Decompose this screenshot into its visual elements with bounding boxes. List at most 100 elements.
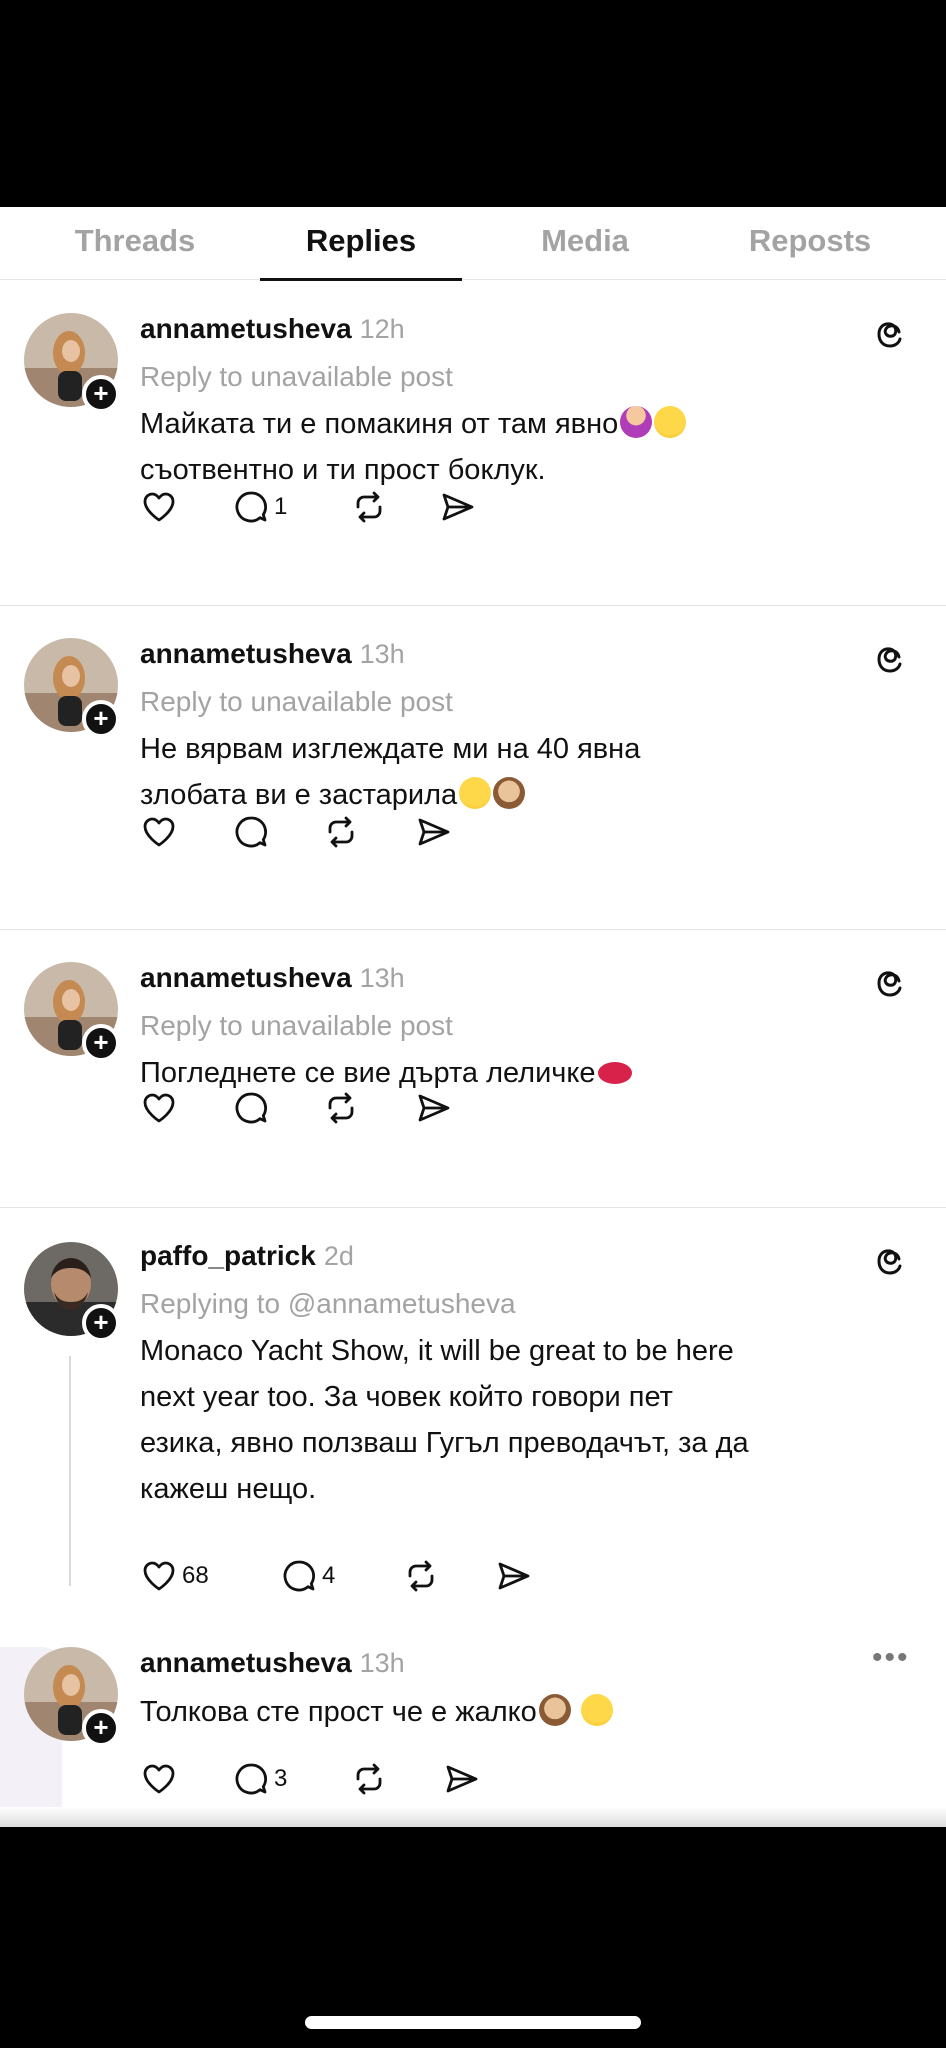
repost-button[interactable] bbox=[350, 1759, 388, 1799]
repost-icon bbox=[356, 491, 382, 523]
reply-post[interactable]: + annametusheva 13h Reply to unavailable … bbox=[0, 606, 946, 856]
follow-plus-icon[interactable]: + bbox=[82, 700, 120, 738]
like-button[interactable] bbox=[140, 812, 178, 852]
post-text-line: езика, явно ползваш Гугъл преводачът, за… bbox=[140, 1427, 749, 1459]
reply-post[interactable]: + annametusheva 12h Reply to unavailable … bbox=[0, 281, 946, 531]
like-button[interactable] bbox=[140, 1759, 178, 1799]
repost-button[interactable] bbox=[350, 487, 388, 527]
post-username[interactable]: annametusheva 13h bbox=[140, 962, 405, 994]
share-icon bbox=[446, 1765, 478, 1793]
tab-reposts[interactable]: Reposts bbox=[712, 207, 908, 280]
post-username[interactable]: annametusheva 12h bbox=[140, 313, 405, 345]
post-time: 13h bbox=[359, 639, 405, 669]
tab-media[interactable]: Media bbox=[490, 207, 680, 280]
heart-icon bbox=[143, 1561, 175, 1591]
like-button[interactable]: 68 bbox=[140, 1556, 209, 1596]
follow-plus-icon[interactable]: + bbox=[82, 1709, 120, 1747]
post-text: Толкова сте прост че е жалко bbox=[140, 1689, 900, 1735]
share-button[interactable] bbox=[494, 1556, 532, 1596]
comment-button[interactable] bbox=[232, 812, 270, 852]
share-icon bbox=[442, 493, 474, 521]
threads-icon[interactable] bbox=[874, 640, 910, 676]
threads-icon[interactable] bbox=[874, 315, 910, 351]
like-button[interactable] bbox=[140, 487, 178, 527]
comment-icon bbox=[235, 816, 267, 848]
bottom-shade bbox=[0, 1807, 946, 1827]
repost-button[interactable] bbox=[322, 812, 360, 852]
repost-icon bbox=[328, 816, 354, 848]
share-button[interactable] bbox=[442, 1759, 480, 1799]
reply-post[interactable]: + paffo_patrick 2d Replying to @annametus… bbox=[0, 1208, 946, 1628]
threads-icon[interactable] bbox=[874, 1242, 910, 1278]
reply-context[interactable]: Reply to unavailable post bbox=[140, 1010, 453, 1042]
reply-context[interactable]: Replying to @annametusheva bbox=[140, 1288, 516, 1320]
bottom-black-area bbox=[0, 1827, 946, 2048]
share-icon bbox=[418, 1094, 450, 1122]
share-button[interactable] bbox=[438, 487, 476, 527]
tab-threads[interactable]: Threads bbox=[40, 207, 230, 280]
follow-plus-icon[interactable]: + bbox=[82, 1304, 120, 1342]
post-username[interactable]: paffo_patrick 2d bbox=[140, 1240, 354, 1272]
post-text-line: Майката ти е помакиня от там явно bbox=[140, 401, 900, 447]
comment-icon bbox=[283, 1560, 315, 1592]
threads-icon[interactable] bbox=[874, 964, 910, 1000]
post-time: 13h bbox=[359, 963, 405, 993]
shrug-emoji-icon bbox=[620, 406, 653, 438]
post-text-line: кажеш нещо. bbox=[140, 1473, 317, 1505]
heart-icon bbox=[143, 492, 175, 522]
comment-count: 3 bbox=[274, 1765, 288, 1792]
post-text: Monaco Yacht Show, it will be great to b… bbox=[140, 1328, 900, 1512]
reply-context[interactable]: Reply to unavailable post bbox=[140, 686, 453, 718]
repost-icon bbox=[408, 1560, 434, 1592]
repost-icon bbox=[328, 1092, 354, 1124]
tab-replies[interactable]: Replies bbox=[260, 207, 462, 280]
comment-count: 1 bbox=[274, 493, 288, 520]
repost-icon bbox=[356, 1763, 382, 1795]
repost-button[interactable] bbox=[322, 1088, 360, 1128]
reply-context[interactable]: Reply to unavailable post bbox=[140, 361, 453, 393]
comment-button[interactable] bbox=[232, 1088, 270, 1128]
thread-connector-line bbox=[69, 1356, 71, 1586]
post-username[interactable]: annametusheva 13h bbox=[140, 1647, 405, 1679]
kiss-mark-emoji-icon bbox=[597, 1062, 632, 1084]
post-text-line: next year too. За човек който говори пет bbox=[140, 1381, 673, 1413]
comment-icon bbox=[235, 491, 267, 523]
comment-button[interactable]: 4 bbox=[280, 1556, 335, 1596]
comment-icon bbox=[235, 1763, 267, 1795]
post-username[interactable]: annametusheva 13h bbox=[140, 638, 405, 670]
profile-replies-screen: Threads Replies Media Reposts + annametu… bbox=[0, 207, 946, 1827]
post-time: 13h bbox=[359, 1648, 405, 1678]
profile-tabs: Threads Replies Media Reposts bbox=[0, 207, 946, 281]
status-bar-area bbox=[0, 0, 946, 207]
post-time: 12h bbox=[359, 314, 405, 344]
more-options-icon[interactable]: ••• bbox=[872, 1641, 910, 1675]
share-icon bbox=[498, 1562, 530, 1590]
reply-post[interactable]: + annametusheva 13h ••• Толкова сте прост… bbox=[0, 1627, 946, 1827]
follow-plus-icon[interactable]: + bbox=[82, 375, 120, 413]
follow-plus-icon[interactable]: + bbox=[82, 1024, 120, 1062]
share-icon bbox=[418, 818, 450, 846]
home-indicator[interactable] bbox=[305, 2016, 641, 2029]
heart-icon bbox=[143, 1764, 175, 1794]
share-button[interactable] bbox=[414, 1088, 452, 1128]
post-text: Майката ти е помакиня от там явно съотве… bbox=[140, 401, 900, 493]
post-time: 2d bbox=[323, 1241, 354, 1271]
comment-icon bbox=[235, 1092, 267, 1124]
see-no-evil-monkey-emoji-icon bbox=[493, 777, 526, 809]
heart-icon bbox=[143, 817, 175, 847]
comment-button[interactable]: 3 bbox=[232, 1759, 287, 1799]
share-button[interactable] bbox=[414, 812, 452, 852]
post-text: Не вярвам изглеждате ми на 40 явна злоба… bbox=[140, 726, 900, 818]
post-text-line: Не вярвам изглеждате ми на 40 явна bbox=[140, 733, 641, 765]
heart-icon bbox=[143, 1093, 175, 1123]
post-text-line: Monaco Yacht Show, it will be great to b… bbox=[140, 1335, 734, 1367]
grinning-emoji-icon bbox=[459, 777, 492, 809]
comment-button[interactable]: 1 bbox=[232, 487, 287, 527]
see-no-evil-monkey-emoji-icon bbox=[538, 1694, 571, 1726]
repost-button[interactable] bbox=[402, 1556, 440, 1596]
grinning-emoji-icon bbox=[580, 1694, 613, 1726]
like-count: 68 bbox=[182, 1562, 209, 1589]
post-text-line: Толкова сте прост че е жалко bbox=[140, 1689, 900, 1735]
reply-post[interactable]: + annametusheva 13h Reply to unavailable … bbox=[0, 930, 946, 1140]
like-button[interactable] bbox=[140, 1088, 178, 1128]
